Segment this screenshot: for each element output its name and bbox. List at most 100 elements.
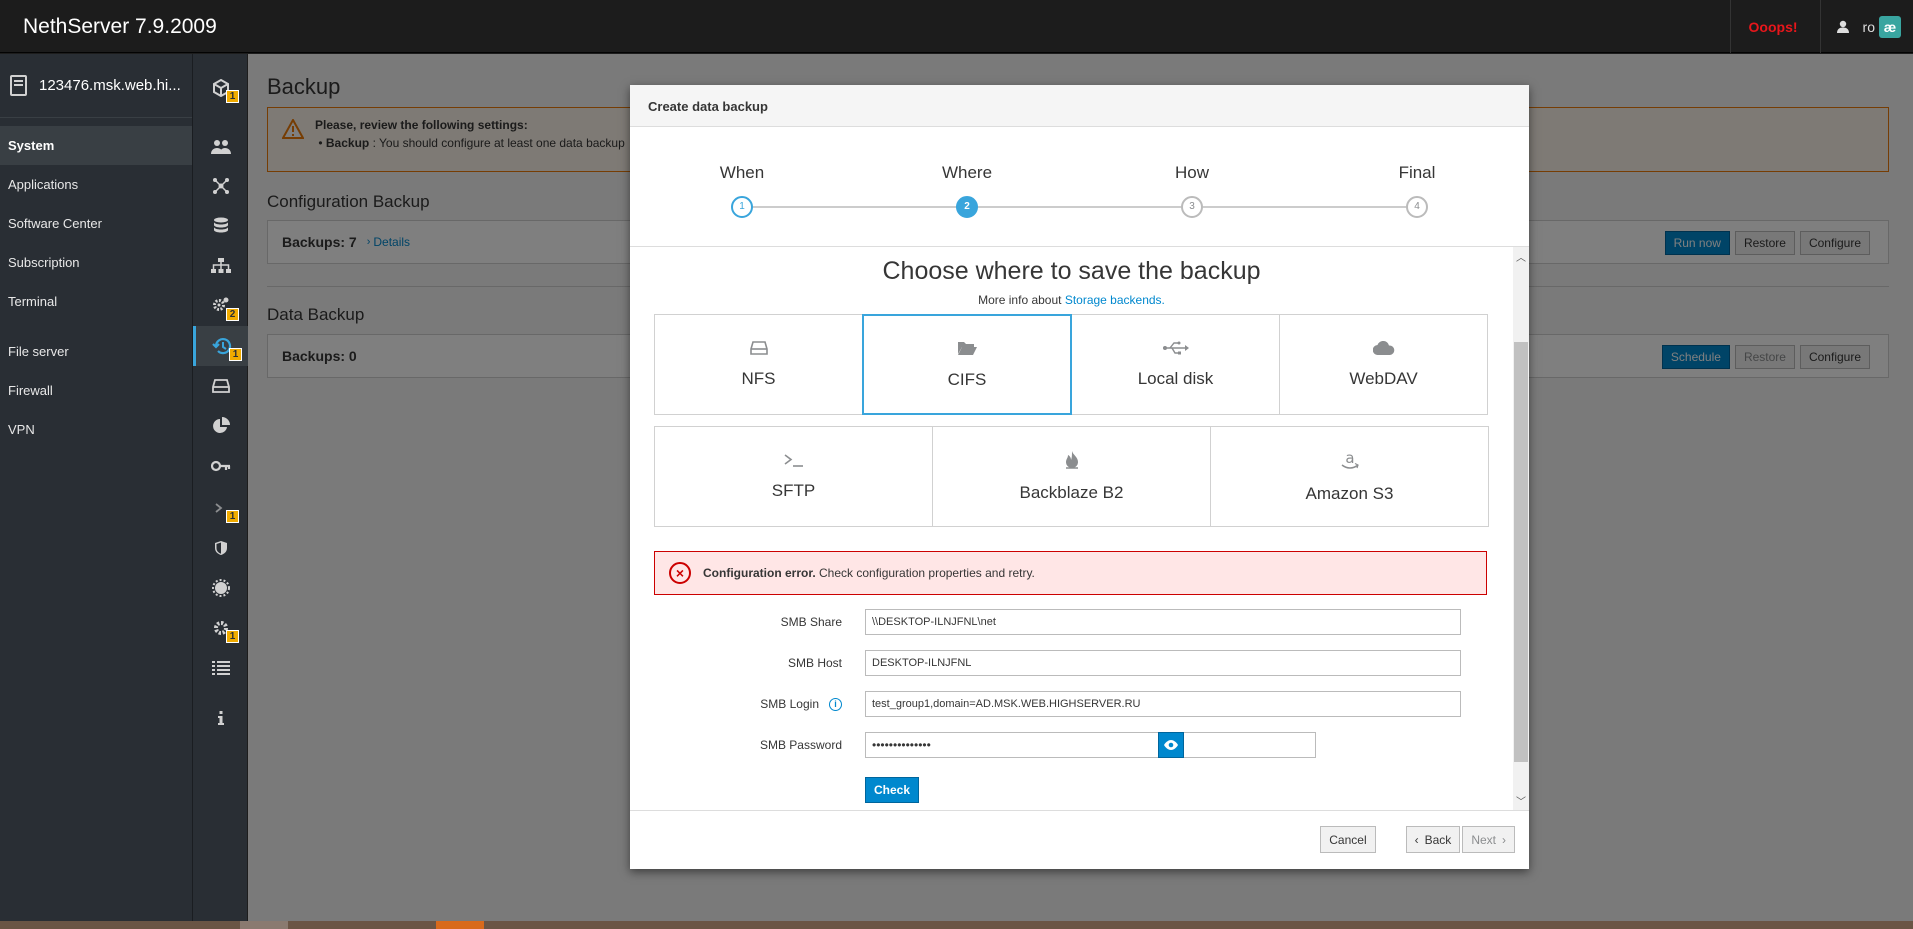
network-icon [212,178,229,194]
nav-item-applications[interactable]: Applications [0,165,192,204]
smb-host-label: SMB Host [787,656,842,670]
back-button[interactable]: ‹ Back [1405,826,1461,853]
usb-icon [1162,341,1189,354]
step-when[interactable]: When 1 [682,163,802,218]
next-button-label: Next [1471,832,1496,847]
flame-icon [1065,450,1078,469]
scroll-down-icon[interactable]: ﹀ [1516,793,1526,808]
backend-card-amazon-s3[interactable]: a Amazon S3 [1210,426,1489,527]
brand-title[interactable]: NethServer 7.9.2009 [23,15,217,39]
iconbar-settings[interactable]: 1 [193,608,248,648]
terminal-icon [784,453,803,467]
notifications-alert[interactable]: Ooops! [1729,0,1820,53]
info-icon[interactable]: i [829,697,842,711]
step-where[interactable]: Where 2 [907,163,1027,218]
step-final-number: 4 [1406,195,1428,218]
iconbar-network[interactable] [193,166,248,206]
taskbar-item-active[interactable] [436,921,484,929]
eye-icon [1164,740,1178,750]
nav-item-software-center[interactable]: Software Center [0,204,192,243]
storage-backends-link[interactable]: Storage backends. [1065,293,1165,307]
ae-app-badge[interactable]: æ [1879,15,1901,38]
backend-card-webdav[interactable]: WebDAV [1279,314,1488,415]
error-message: Configuration error. Check configuration… [703,566,1035,580]
step-when-label: When [719,163,765,182]
create-backup-modal: Create data backup When 1 Where 2 How 3 … [630,85,1529,869]
info-icon [217,711,224,725]
cloud-icon [1372,340,1394,355]
modal-title: Create data backup [630,85,1529,127]
smb-share-input[interactable] [865,609,1461,635]
certificate-icon [211,579,230,597]
iconbar-badge-cube: 1 [226,90,239,103]
list-icon [211,661,230,675]
iconbar-badge-settings: 1 [226,630,239,643]
nav-item-file-server[interactable]: File server [0,332,192,371]
nav-item-subscription[interactable]: Subscription [0,243,192,282]
svg-text:a: a [1345,450,1354,467]
chevron-right-icon: › [1502,832,1506,847]
backend-card-backblaze-b2[interactable]: Backblaze B2 [932,426,1211,527]
step-how[interactable]: How 3 [1132,163,1252,218]
error-text: Check configuration properties and retry… [815,566,1035,580]
show-password-button[interactable] [1158,732,1184,758]
smb-host-input[interactable] [865,650,1461,676]
nav-separator [0,321,192,332]
cancel-button[interactable]: Cancel [1320,826,1376,853]
backend-card-cifs[interactable]: CIFS [862,314,1072,415]
step-final-label: Final [1398,163,1436,182]
next-button[interactable]: Next › [1462,826,1515,853]
key-icon [210,460,230,472]
iconbar-cert[interactable] [193,568,248,608]
step-final[interactable]: Final 4 [1357,163,1477,218]
step-when-number: 1 [731,195,753,218]
modal-footer-buttons: Cancel ‹ Back Next › [1320,826,1515,853]
iconbar-users[interactable] [193,127,248,167]
user-menu[interactable]: ro æ [1819,0,1913,53]
check-button[interactable]: Check [865,777,920,803]
backend-label-amazon-s3: Amazon S3 [1305,483,1394,503]
hard-drive-icon [211,379,230,393]
nav-item-terminal[interactable]: Terminal [0,282,192,321]
iconbar-about[interactable] [193,698,248,738]
iconbar-logs[interactable] [193,648,248,688]
iconbar-terminal[interactable]: 1 [193,488,248,528]
smb-login-row: SMB Login i [654,690,1487,718]
smb-password-row: SMB Password [654,731,1487,759]
iconbar-backup[interactable]: 1 [193,326,248,366]
wizard-steps: When 1 Where 2 How 3 Final 4 [630,127,1529,247]
backend-cards-row-2: SFTP Backblaze B2 a Amazon S3 [654,426,1489,527]
modal-scrollbar[interactable]: ︿ ﹀ [1513,247,1529,810]
iconbar-topology[interactable] [193,246,248,286]
iconbar-services[interactable]: 2 [193,286,248,326]
iconbar-dashboard[interactable]: 1 [193,68,248,108]
iconbar-storage[interactable] [193,206,248,246]
backend-card-sftp[interactable]: SFTP [654,426,933,527]
smb-login-input[interactable] [865,691,1461,717]
top-bar: NethServer 7.9.2009 Ooops! ro æ [0,0,1913,53]
nav-item-vpn[interactable]: VPN [0,410,192,449]
scroll-up-icon[interactable]: ︿ [1516,249,1526,264]
nav-item-system[interactable]: System [0,126,192,165]
smb-share-row: SMB Share [654,608,1487,636]
iconbar-badge-terminal: 1 [226,510,239,523]
scrollbar-thumb[interactable] [1514,342,1528,762]
taskbar-item[interactable] [240,921,288,929]
section-icon-bar: 1 2 1 1 1 [192,54,248,921]
backend-card-local-disk[interactable]: Local disk [1071,314,1280,415]
iconbar-reports[interactable] [193,406,248,446]
smb-password-input[interactable] [865,732,1316,758]
configuration-error-alert: × Configuration error. Check configurati… [654,551,1487,595]
step-where-label: Where [941,163,993,182]
backend-card-nfs[interactable]: NFS [654,314,863,415]
hard-drive-icon [749,340,768,355]
nav-item-firewall[interactable]: Firewall [0,371,192,410]
iconbar-disk[interactable] [193,366,248,406]
iconbar-ssh[interactable] [193,446,248,486]
iconbar-firewall[interactable] [193,528,248,568]
hostname-item[interactable]: 123476.msk.web.hi... [0,54,192,118]
iconbar-badge-gears: 2 [226,308,239,321]
database-icon [213,217,228,233]
top-right-area: Ooops! ro æ [1729,0,1913,53]
user-name: ro [1862,18,1875,35]
